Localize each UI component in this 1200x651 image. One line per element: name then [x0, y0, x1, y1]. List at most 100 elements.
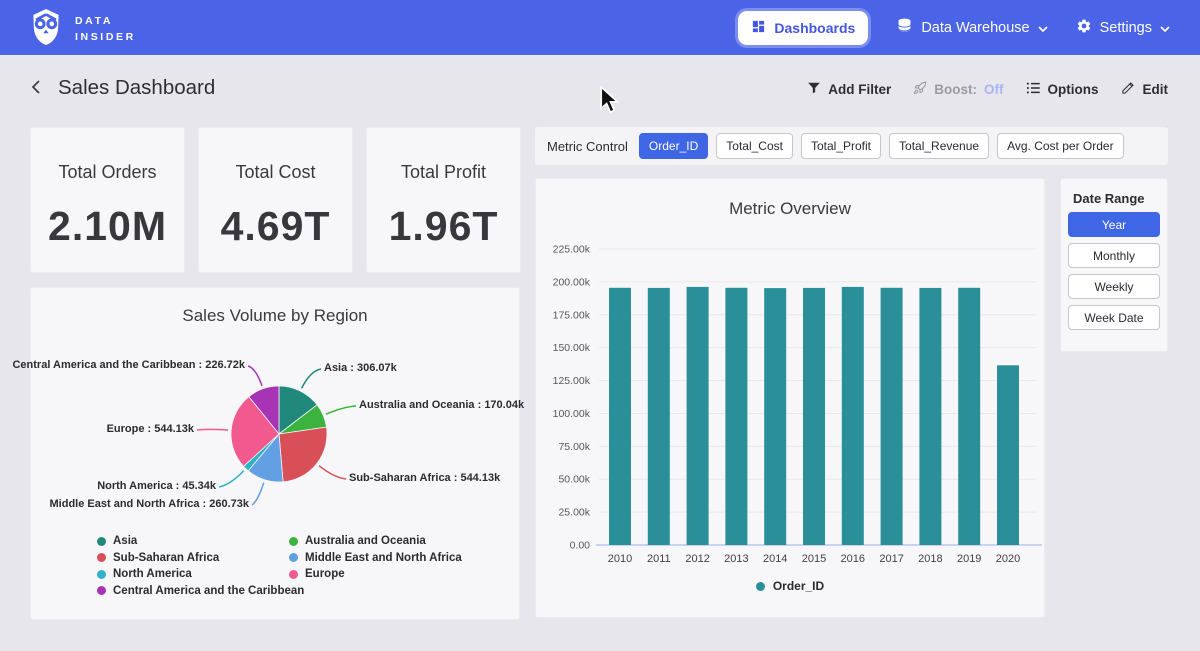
legend-dot	[97, 570, 106, 579]
legend-label: North America	[113, 568, 192, 580]
bar-2017[interactable]	[881, 288, 903, 545]
kpi-value: 4.69T	[199, 203, 352, 250]
bar-2016[interactable]	[842, 287, 864, 545]
pie-legend-europe[interactable]: Europe	[289, 568, 462, 580]
rocket-icon	[913, 81, 927, 98]
add-filter-button[interactable]: Add Filter	[807, 81, 891, 98]
dashboard-grid-icon	[751, 19, 766, 37]
sales-dashboard-page: DATA INSIDER Dashboards Data W	[0, 0, 1200, 651]
bar-2019[interactable]	[958, 288, 980, 545]
x-axis-tick: 2017	[879, 553, 903, 565]
top-navbar: DATA INSIDER Dashboards Data W	[0, 0, 1200, 55]
date-range-panel: Date Range Year Monthly Weekly Week Date	[1060, 178, 1168, 352]
bar-legend-item[interactable]: Order_ID	[536, 579, 1044, 593]
owl-icon	[28, 8, 64, 51]
metric-option-order-id[interactable]: Order_ID	[639, 133, 708, 159]
date-range-week-date[interactable]: Week Date	[1068, 305, 1160, 330]
back-button[interactable]	[28, 79, 46, 97]
legend-dot	[289, 537, 298, 546]
y-axis-tick: 50.00k	[558, 474, 590, 486]
legend-label: Middle East and North Africa	[305, 552, 462, 564]
legend-dot	[289, 553, 298, 562]
y-axis-tick: 225.00k	[553, 244, 591, 256]
legend-dot	[97, 586, 106, 595]
boost-toggle[interactable]: Boost: Off	[913, 81, 1003, 98]
nav-settings[interactable]: Settings	[1076, 18, 1170, 38]
pie-leader-line	[219, 471, 244, 487]
pie-legend-column-1: Asia Sub-Saharan Africa North America Centr…	[97, 535, 304, 597]
metric-control-label: Metric Control	[547, 139, 628, 154]
pie-leader-line	[197, 429, 228, 430]
funnel-icon	[807, 81, 821, 98]
bar-2020[interactable]	[997, 365, 1019, 545]
sales-volume-panel: Sales Volume by Region Asia : 306.07kAus…	[30, 287, 520, 620]
pie-label-north-america: North America : 45.34k	[97, 480, 216, 492]
bar-2013[interactable]	[725, 288, 747, 545]
y-axis-tick: 25.00k	[558, 507, 590, 519]
kpi-value: 1.96T	[367, 203, 520, 250]
list-icon	[1026, 81, 1041, 98]
y-axis-tick: 0.00	[570, 540, 591, 552]
y-axis-tick: 175.00k	[553, 309, 591, 321]
legend-label: Order_ID	[773, 579, 824, 593]
date-range-monthly[interactable]: Monthly	[1068, 243, 1160, 268]
pencil-icon	[1121, 80, 1136, 98]
nav-data-warehouse[interactable]: Data Warehouse	[896, 17, 1047, 38]
bar-2012[interactable]	[687, 287, 709, 545]
pie-label-europe: Europe : 544.13k	[107, 423, 194, 435]
metric-control-bar: Metric Control Order_ID Total_Cost Total_P…	[535, 127, 1168, 165]
boost-state: Off	[984, 82, 1004, 97]
bar-2011[interactable]	[648, 288, 670, 545]
legend-dot	[289, 570, 298, 579]
x-axis-tick: 2016	[841, 553, 865, 565]
edit-button[interactable]: Edit	[1121, 80, 1169, 98]
date-range-options: Year Monthly Weekly Week Date	[1061, 212, 1167, 330]
x-axis-tick: 2015	[802, 553, 826, 565]
date-range-year[interactable]: Year	[1068, 212, 1160, 237]
bar-2015[interactable]	[803, 288, 825, 545]
options-button[interactable]: Options	[1026, 81, 1099, 98]
metric-option-avg-cost-per-order[interactable]: Avg. Cost per Order	[997, 133, 1124, 159]
pie-legend-middle-east-and-north-africa[interactable]: Middle East and North Africa	[289, 552, 462, 564]
page-header: Sales Dashboard Add Filter Boost:	[0, 55, 1200, 121]
y-axis-tick: 100.00k	[553, 408, 591, 420]
y-axis-tick: 150.00k	[553, 342, 591, 354]
pie-label-australia-and-oceania: Australia and Oceania : 170.04k	[359, 399, 524, 411]
metric-option-total-revenue[interactable]: Total_Revenue	[889, 133, 989, 159]
kpi-label: Total Orders	[31, 162, 184, 183]
page-title: Sales Dashboard	[58, 76, 215, 100]
brand-name: DATA INSIDER	[75, 14, 136, 46]
bar-chart: 0.00 25.00k 50.00k 75.00k 100.00k 125.00k 150.…	[536, 179, 1046, 619]
bar-2014[interactable]	[764, 288, 786, 545]
metric-option-total-cost[interactable]: Total_Cost	[716, 133, 793, 159]
pie-legend-central-america-and-the-caribbean[interactable]: Central America and the Caribbean	[97, 585, 304, 597]
pie-slice-sub-saharan-africa[interactable]	[279, 427, 327, 482]
pie-legend-column-2: Australia and Oceania Middle East and Nor…	[289, 535, 462, 580]
brand-logo[interactable]: DATA INSIDER	[28, 8, 136, 51]
pie-label-middle-east-and-north-africa: Middle East and North Africa : 260.73k	[50, 498, 249, 510]
metric-option-total-profit[interactable]: Total_Profit	[801, 133, 881, 159]
database-icon	[896, 17, 913, 38]
pie-legend-australia-and-oceania[interactable]: Australia and Oceania	[289, 535, 462, 547]
pie-leader-line	[248, 366, 262, 386]
legend-label: Europe	[305, 568, 345, 580]
date-range-weekly[interactable]: Weekly	[1068, 274, 1160, 299]
legend-label: Sub-Saharan Africa	[113, 552, 219, 564]
y-axis-tick: 125.00k	[553, 375, 591, 387]
kpi-total-cost: Total Cost 4.69T	[198, 127, 353, 273]
gear-icon	[1076, 18, 1092, 38]
header-actions: Add Filter Boost: Off	[807, 80, 1168, 98]
pie-legend-sub-saharan-africa[interactable]: Sub-Saharan Africa	[97, 552, 304, 564]
pie-legend-north-america[interactable]: North America	[97, 568, 304, 580]
x-axis-tick: 2014	[763, 553, 787, 565]
y-axis-tick: 75.00k	[558, 441, 590, 453]
kpi-label: Total Cost	[199, 162, 352, 183]
bar-2018[interactable]	[919, 288, 941, 545]
pie-label-central-america-and-the-caribbean: Central America and the Caribbean : 226.…	[12, 359, 245, 371]
chevron-down-icon	[1038, 20, 1048, 36]
x-axis-tick: 2010	[608, 553, 632, 565]
date-range-label: Date Range	[1073, 191, 1167, 206]
bar-2010[interactable]	[609, 288, 631, 545]
nav-dashboards-button[interactable]: Dashboards	[738, 11, 868, 45]
pie-legend-asia[interactable]: Asia	[97, 535, 304, 547]
